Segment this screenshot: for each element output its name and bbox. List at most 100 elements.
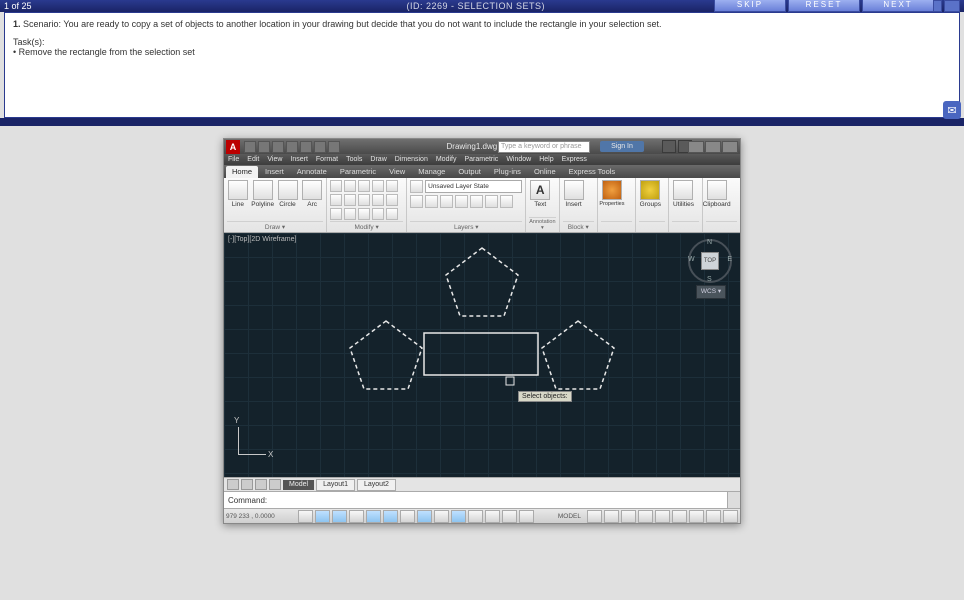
layer-match-icon[interactable] xyxy=(485,195,498,208)
status-qp-icon[interactable] xyxy=(502,510,517,523)
status-otrack-icon[interactable] xyxy=(417,510,432,523)
reset-button[interactable]: RESET xyxy=(788,0,860,12)
panel-label-annotation[interactable]: Annotation ▾ xyxy=(529,217,555,232)
tool-join-icon[interactable] xyxy=(372,208,384,220)
tab-model[interactable]: Model xyxy=(283,480,314,490)
tool-mirror-icon[interactable] xyxy=(344,194,356,206)
command-history-icon[interactable] xyxy=(727,492,740,508)
status-snap-icon[interactable] xyxy=(315,510,330,523)
layer-freeze-icon[interactable] xyxy=(425,195,438,208)
menu-edit[interactable]: Edit xyxy=(247,156,259,163)
shape-pentagon-top[interactable] xyxy=(446,248,518,316)
tool-extend-icon[interactable] xyxy=(358,208,370,220)
layout-next-icon[interactable] xyxy=(255,479,267,490)
tab-annotate[interactable]: Annotate xyxy=(291,166,333,178)
tab-view[interactable]: View xyxy=(383,166,411,178)
minimize-icon[interactable] xyxy=(688,141,704,153)
tab-layout1[interactable]: Layout1 xyxy=(316,479,355,491)
qat-save-icon[interactable] xyxy=(272,141,284,153)
tool-text[interactable]: AText xyxy=(529,180,551,208)
tab-online[interactable]: Online xyxy=(528,166,562,178)
drawing-area[interactable]: [-][Top][2D Wireframe] N S E W TOP WCS ▾… xyxy=(224,233,740,477)
layer-off-icon[interactable] xyxy=(410,195,423,208)
signin-button[interactable]: Sign In xyxy=(600,141,644,152)
tab-plugins[interactable]: Plug-ins xyxy=(488,166,527,178)
tool-scale-icon[interactable] xyxy=(344,208,356,220)
qat-new-icon[interactable] xyxy=(244,141,256,153)
tab-layout2[interactable]: Layout2 xyxy=(357,479,396,491)
status-tpy-icon[interactable] xyxy=(485,510,500,523)
menu-window[interactable]: Window xyxy=(506,156,531,163)
tool-arc[interactable]: Arc xyxy=(301,180,323,208)
shape-pentagon-right[interactable] xyxy=(542,321,614,389)
skip-button[interactable]: SKIP xyxy=(714,0,786,12)
shape-pentagon-left[interactable] xyxy=(350,321,422,389)
status-ducs-icon[interactable] xyxy=(434,510,449,523)
tool-circle[interactable]: Circle xyxy=(277,180,299,208)
search-input[interactable]: Type a keyword or phrase xyxy=(498,141,590,153)
menu-format[interactable]: Format xyxy=(316,156,338,163)
tool-rotate-icon[interactable] xyxy=(344,180,356,192)
status-hw-icon[interactable] xyxy=(689,510,704,523)
panel-label-draw[interactable]: Draw ▾ xyxy=(227,221,323,232)
status-lwt-icon[interactable] xyxy=(468,510,483,523)
layout-first-icon[interactable] xyxy=(227,479,239,490)
status-polar-icon[interactable] xyxy=(366,510,381,523)
menu-modify[interactable]: Modify xyxy=(436,156,457,163)
quiz-close-icon[interactable] xyxy=(944,0,960,12)
shape-rectangle[interactable] xyxy=(424,333,538,375)
status-space[interactable]: MODEL xyxy=(554,513,585,520)
panel-label-block[interactable]: Block ▾ xyxy=(563,221,594,232)
tool-line[interactable]: Line xyxy=(227,180,249,208)
tool-utilities[interactable]: Utilities xyxy=(672,180,694,208)
status-infer-icon[interactable] xyxy=(298,510,313,523)
tool-trim-icon[interactable] xyxy=(358,180,370,192)
qat-undo-icon[interactable] xyxy=(314,141,326,153)
status-clean-icon[interactable] xyxy=(723,510,738,523)
app-logo-icon[interactable]: A xyxy=(226,140,240,154)
status-ws-icon[interactable] xyxy=(655,510,670,523)
tool-offset-icon[interactable] xyxy=(386,194,398,206)
status-annovis-icon[interactable] xyxy=(638,510,653,523)
qat-redo-icon[interactable] xyxy=(328,141,340,153)
layout-last-icon[interactable] xyxy=(269,479,281,490)
status-lock-icon[interactable] xyxy=(672,510,687,523)
status-grid-icon[interactable] xyxy=(332,510,347,523)
help-bubble-icon[interactable]: ✉ xyxy=(943,101,961,119)
tab-express[interactable]: Express Tools xyxy=(563,166,622,178)
status-sc-icon[interactable] xyxy=(519,510,534,523)
menu-express[interactable]: Express xyxy=(562,156,587,163)
tool-fillet-icon[interactable] xyxy=(358,194,370,206)
status-coordinates[interactable]: 979 233 , 0.0000 xyxy=(226,513,296,520)
menu-draw[interactable]: Draw xyxy=(370,156,386,163)
menu-file[interactable]: File xyxy=(228,156,239,163)
status-layout-icon[interactable] xyxy=(587,510,602,523)
tab-output[interactable]: Output xyxy=(452,166,487,178)
layer-iso-icon[interactable] xyxy=(470,195,483,208)
tool-erase-icon[interactable] xyxy=(372,180,384,192)
tool-copy-icon[interactable] xyxy=(330,194,342,206)
tab-home[interactable]: Home xyxy=(226,166,258,178)
status-qv-icon[interactable] xyxy=(604,510,619,523)
tab-manage[interactable]: Manage xyxy=(412,166,451,178)
status-annoscale-icon[interactable] xyxy=(621,510,636,523)
qat-saveas-icon[interactable] xyxy=(286,141,298,153)
tool-break-icon[interactable] xyxy=(386,208,398,220)
menu-parametric[interactable]: Parametric xyxy=(464,156,498,163)
tool-array-icon[interactable] xyxy=(372,194,384,206)
status-osnap-icon[interactable] xyxy=(383,510,398,523)
status-dyn-icon[interactable] xyxy=(451,510,466,523)
layer-properties-icon[interactable] xyxy=(410,180,423,193)
qat-plot-icon[interactable] xyxy=(300,141,312,153)
menu-tools[interactable]: Tools xyxy=(346,156,362,163)
qat-open-icon[interactable] xyxy=(258,141,270,153)
layout-prev-icon[interactable] xyxy=(241,479,253,490)
tool-move-icon[interactable] xyxy=(330,180,342,192)
tool-clipboard[interactable]: Clipboard xyxy=(706,180,728,208)
layer-color-icon[interactable] xyxy=(455,195,468,208)
menu-dimension[interactable]: Dimension xyxy=(395,156,428,163)
tool-explode-icon[interactable] xyxy=(386,180,398,192)
status-ortho-icon[interactable] xyxy=(349,510,364,523)
panel-label-modify[interactable]: Modify ▾ xyxy=(330,221,403,232)
tool-stretch-icon[interactable] xyxy=(330,208,342,220)
